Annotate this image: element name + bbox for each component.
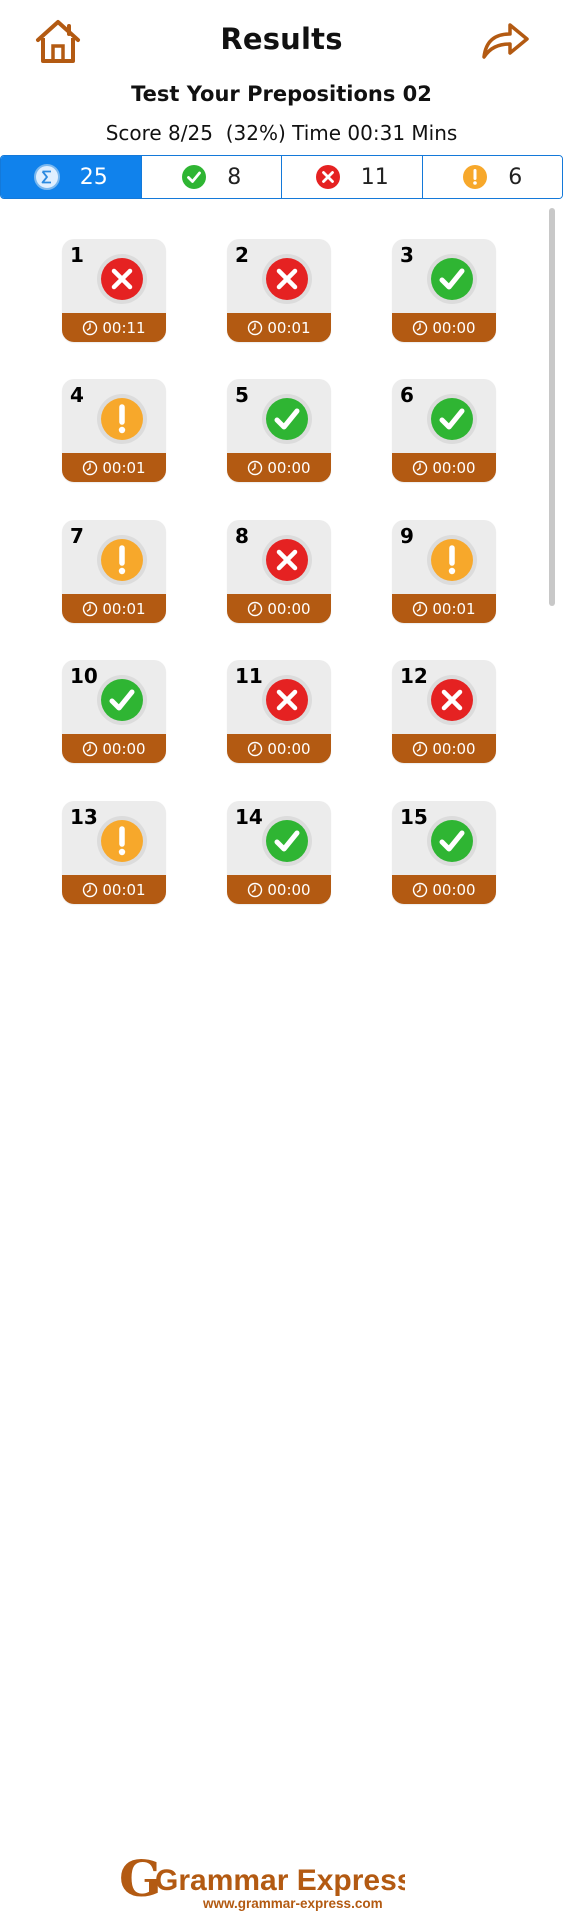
question-number: 1 xyxy=(70,243,84,267)
question-number: 14 xyxy=(235,805,263,829)
time-bar: 00:00 xyxy=(392,313,496,342)
question-time: 00:01 xyxy=(102,458,146,477)
question-time: 00:00 xyxy=(267,458,311,477)
clock-icon xyxy=(248,741,263,756)
question-card[interactable]: 10 00:00 xyxy=(62,660,166,763)
question-card[interactable]: 9 00:01 xyxy=(392,520,496,623)
question-card[interactable]: 5 00:00 xyxy=(227,379,331,482)
skipped-icon xyxy=(97,816,147,866)
wrong-icon xyxy=(262,675,312,725)
time-bar: 00:01 xyxy=(62,875,166,904)
question-card[interactable]: 15 00:00 xyxy=(392,801,496,904)
question-number: 8 xyxy=(235,524,249,548)
question-number: 12 xyxy=(400,664,428,688)
time-bar: 00:01 xyxy=(227,313,331,342)
time-bar: 00:00 xyxy=(392,734,496,763)
question-time: 00:01 xyxy=(267,318,311,337)
clock-icon xyxy=(413,601,428,616)
clock-icon xyxy=(248,460,263,475)
correct-icon xyxy=(262,816,312,866)
question-number: 3 xyxy=(400,243,414,267)
clock-icon xyxy=(83,320,98,335)
clock-icon xyxy=(413,741,428,756)
question-number: 11 xyxy=(235,664,263,688)
question-number: 9 xyxy=(400,524,414,548)
question-time: 00:00 xyxy=(432,458,476,477)
question-time: 00:00 xyxy=(432,739,476,758)
clock-icon xyxy=(248,320,263,335)
correct-icon xyxy=(262,394,312,444)
footer: G Grammar Express www.grammar-express.co… xyxy=(0,920,563,1911)
clock-icon xyxy=(413,460,428,475)
question-number: 7 xyxy=(70,524,84,548)
time-bar: 00:00 xyxy=(392,453,496,482)
question-time: 00:00 xyxy=(267,880,311,899)
question-card[interactable]: 1 00:11 xyxy=(62,239,166,342)
clock-icon xyxy=(248,882,263,897)
brand-url: www.grammar-express.com xyxy=(202,1896,383,1911)
question-time: 00:00 xyxy=(267,599,311,618)
clock-icon xyxy=(413,320,428,335)
correct-icon xyxy=(427,394,477,444)
question-time: 00:00 xyxy=(102,739,146,758)
question-grid: 1 00:11 2 00:01 3 00:00 4 00:01 5 00:00 6 00:00 7 00:… xyxy=(0,0,563,920)
question-card[interactable]: 11 00:00 xyxy=(227,660,331,763)
clock-icon xyxy=(83,460,98,475)
question-card[interactable]: 8 00:00 xyxy=(227,520,331,623)
wrong-icon xyxy=(427,675,477,725)
question-card[interactable]: 6 00:00 xyxy=(392,379,496,482)
time-bar: 00:00 xyxy=(62,734,166,763)
question-card[interactable]: 7 00:01 xyxy=(62,520,166,623)
question-card[interactable]: 3 00:00 xyxy=(392,239,496,342)
clock-icon xyxy=(83,882,98,897)
question-number: 4 xyxy=(70,383,84,407)
question-number: 15 xyxy=(400,805,428,829)
question-time: 00:01 xyxy=(102,880,146,899)
grammar-express-logo: G Grammar Express www.grammar-express.co… xyxy=(119,1850,405,1911)
correct-icon xyxy=(427,254,477,304)
skipped-icon xyxy=(97,394,147,444)
question-number: 5 xyxy=(235,383,249,407)
correct-icon xyxy=(97,675,147,725)
question-card[interactable]: 2 00:01 xyxy=(227,239,331,342)
time-bar: 00:01 xyxy=(62,594,166,623)
question-time: 00:00 xyxy=(267,739,311,758)
wrong-icon xyxy=(262,535,312,585)
brand-name: Grammar Express xyxy=(155,1864,405,1897)
correct-icon xyxy=(427,816,477,866)
wrong-icon xyxy=(262,254,312,304)
question-time: 00:01 xyxy=(432,599,476,618)
wrong-icon xyxy=(97,254,147,304)
question-number: 10 xyxy=(70,664,98,688)
time-bar: 00:01 xyxy=(392,594,496,623)
time-bar: 00:00 xyxy=(227,453,331,482)
time-bar: 00:00 xyxy=(227,594,331,623)
question-card[interactable]: 4 00:01 xyxy=(62,379,166,482)
question-time: 00:11 xyxy=(102,318,146,337)
question-number: 6 xyxy=(400,383,414,407)
time-bar: 00:01 xyxy=(62,453,166,482)
question-card[interactable]: 14 00:00 xyxy=(227,801,331,904)
skipped-icon xyxy=(97,535,147,585)
clock-icon xyxy=(83,741,98,756)
time-bar: 00:00 xyxy=(227,734,331,763)
scrollbar[interactable] xyxy=(549,208,555,606)
question-card[interactable]: 13 00:01 xyxy=(62,801,166,904)
time-bar: 00:11 xyxy=(62,313,166,342)
clock-icon xyxy=(413,882,428,897)
question-time: 00:01 xyxy=(102,599,146,618)
question-number: 13 xyxy=(70,805,98,829)
clock-icon xyxy=(248,601,263,616)
clock-icon xyxy=(83,601,98,616)
question-time: 00:00 xyxy=(432,880,476,899)
question-time: 00:00 xyxy=(432,318,476,337)
time-bar: 00:00 xyxy=(227,875,331,904)
question-number: 2 xyxy=(235,243,249,267)
skipped-icon xyxy=(427,535,477,585)
question-card[interactable]: 12 00:00 xyxy=(392,660,496,763)
time-bar: 00:00 xyxy=(392,875,496,904)
